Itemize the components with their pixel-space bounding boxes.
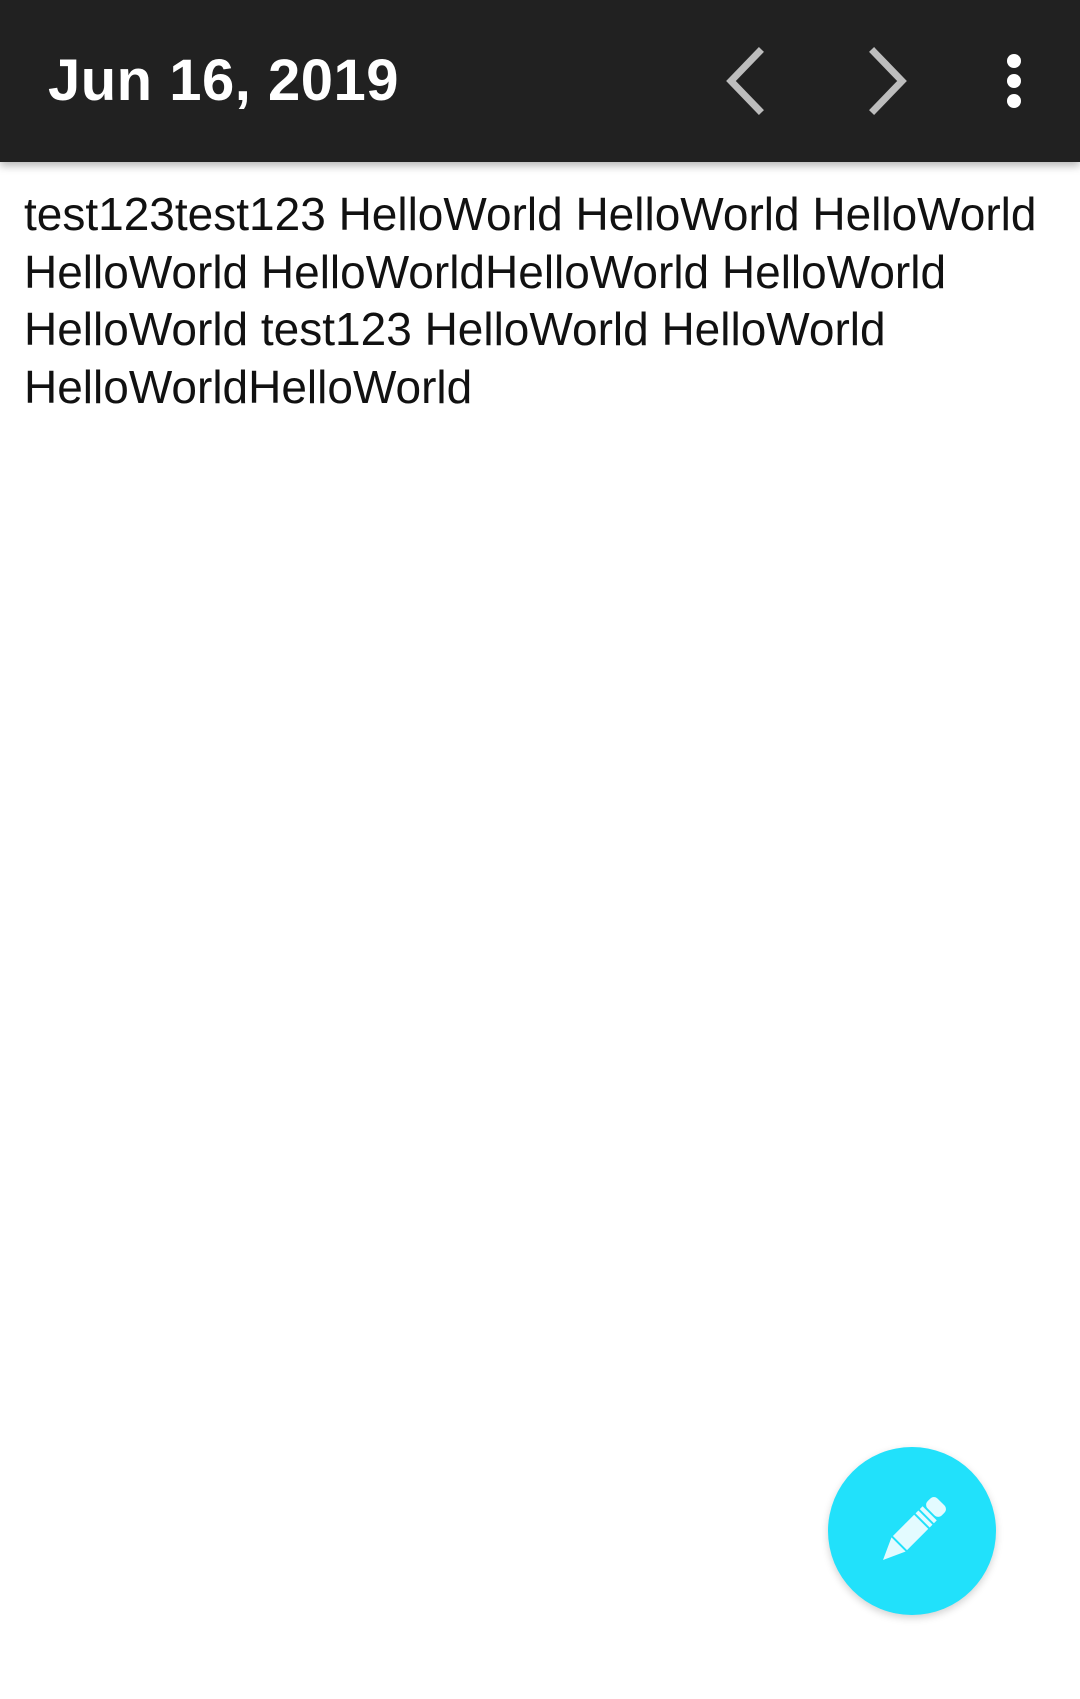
previous-day-button[interactable] xyxy=(705,41,785,121)
chevron-left-icon xyxy=(726,47,764,115)
edit-note-button[interactable] xyxy=(828,1447,996,1615)
pencil-icon xyxy=(883,1497,946,1560)
page-title: Jun 16, 2019 xyxy=(48,48,399,113)
next-day-button[interactable] xyxy=(848,41,928,121)
overflow-menu-button[interactable] xyxy=(974,41,1054,121)
more-vert-icon xyxy=(1007,54,1021,108)
note-text: test123test123 HelloWorld HelloWorld Hel… xyxy=(24,188,1037,413)
app-toolbar: Jun 16, 2019 xyxy=(0,0,1080,162)
chevron-right-icon xyxy=(869,47,907,115)
note-screen: Jun 16, 2019 test123test123 HelloWorld H… xyxy=(0,0,1080,1699)
